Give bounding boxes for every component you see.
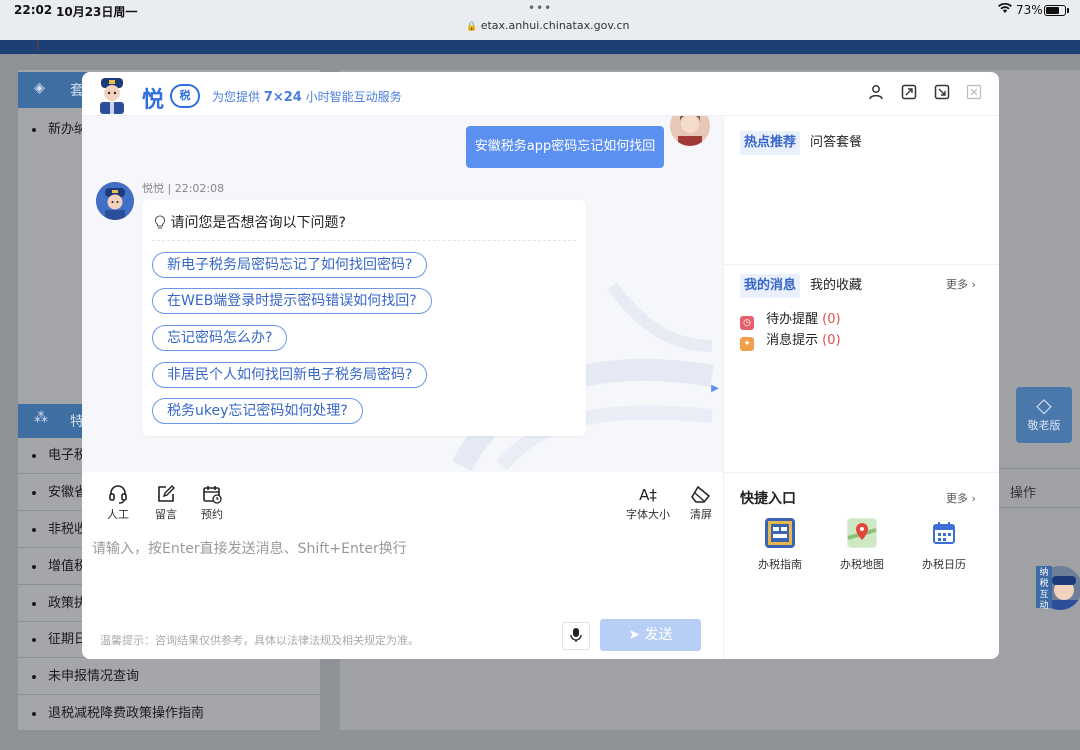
calendar-clock-icon <box>198 484 226 506</box>
map-pin-icon <box>847 518 877 548</box>
manual-service-button[interactable]: 人工 <box>104 484 132 522</box>
bot-question: 请问您是否想咨询以下问题? <box>154 212 346 232</box>
headset-icon <box>104 484 132 506</box>
cube-icon: ◈ <box>34 80 45 96</box>
clear-screen-label: 清屏 <box>690 508 712 521</box>
message-notice-item[interactable]: ✦ 消息提示 (0) <box>740 329 841 351</box>
suggested-question[interactable]: 非居民个人如何找回新电子税务局密码? <box>152 362 428 388</box>
multitask-dots-icon[interactable]: ••• <box>528 1 552 15</box>
status-time: 22:02 <box>14 3 53 17</box>
status-bar: 22:02 10月23日周一 ••• 🔒 etax.anhui.chinatax… <box>0 0 1080 40</box>
site-header: | <box>0 38 1080 54</box>
list-item[interactable]: 新办纳 <box>32 118 87 137</box>
grid-icon: ⁂ <box>34 410 48 426</box>
wifi-icon <box>998 2 1012 17</box>
user-icon[interactable] <box>866 84 886 104</box>
site-header-fragment: | <box>36 38 40 51</box>
tab-hot-recommend[interactable]: 热点推荐 <box>740 131 801 155</box>
todo-reminder-item[interactable]: ◷ 待办提醒 (0) <box>740 308 841 330</box>
bot-avatar <box>96 182 134 220</box>
font-size-button[interactable]: A‡ 字体大小 <box>624 484 672 522</box>
brand-logo-text: 悦 <box>142 88 165 113</box>
tab-qa-package[interactable]: 问答套餐 <box>810 131 862 155</box>
font-size-label: 字体大小 <box>626 508 670 521</box>
user-avatar <box>670 116 710 146</box>
eraser-icon <box>686 484 716 506</box>
suggested-question[interactable]: 忘记密码怎么办? <box>152 325 288 351</box>
elder-mode-button[interactable]: ◇ 敬老版 <box>1016 387 1072 443</box>
battery-icon <box>1044 5 1066 16</box>
bot-message-bubble: 请问您是否想咨询以下问题? 新电子税务局密码忘记了如何找回密码? 在WEB端登录… <box>142 200 586 436</box>
dialog-header: 悦 税 为您提供 7×24 小时智能互动服务 <box>82 72 999 116</box>
quick-tax-guide[interactable]: 办税指南 <box>750 518 810 572</box>
tax-calendar-label: 办税日历 <box>922 558 966 571</box>
manual-service-label: 人工 <box>107 508 129 521</box>
disclaimer-tip: 温馨提示：咨询结果仅供参考，具体以法律法规及相关规定为准。 <box>100 634 419 647</box>
collapse-panel-arrow-icon[interactable]: ▶ <box>706 368 723 410</box>
floating-assistant-tag[interactable]: 纳税互动 <box>1036 566 1052 611</box>
assistant-mascot-icon <box>96 76 128 114</box>
header-slogan: 为您提供 7×24 小时智能互动服务 <box>212 90 402 105</box>
tax-map-label: 办税地图 <box>840 558 884 571</box>
battery-fill <box>1046 7 1060 14</box>
bubble-divider <box>152 240 576 241</box>
brand-logo-badge: 税 <box>170 84 200 108</box>
address-bar-url[interactable]: 🔒 etax.anhui.chinatax.gov.cn <box>466 19 630 32</box>
list-item[interactable]: 退税减税降费政策操作指南 <box>18 696 320 732</box>
chat-message-area[interactable]: 安徽税务app密码忘记如何找回 悦悦 | 22:02:08 请问您是否想咨询以下… <box>82 116 723 472</box>
section-divider <box>724 264 999 265</box>
quick-tax-map[interactable]: 办税地图 <box>832 518 892 572</box>
message-input[interactable]: 请输入，按Enter直接发送消息、Shift+Enter换行 <box>92 538 407 558</box>
side-panel: 热点推荐 问答套餐 我的消息 我的收藏 更多 › ◷ 待办提醒 (0) ✦ 消息提… <box>723 116 999 659</box>
tab-my-messages[interactable]: 我的消息 <box>740 274 801 298</box>
calendar-icon <box>929 518 959 548</box>
elder-mode-label: 敬老版 <box>1027 419 1061 432</box>
battery-cap <box>1067 8 1069 13</box>
more-quick-entry-link[interactable]: 更多 › <box>946 490 976 506</box>
url-text: etax.anhui.chinatax.gov.cn <box>480 19 630 32</box>
section-divider <box>724 472 999 473</box>
clear-screen-button[interactable]: 清屏 <box>686 484 716 522</box>
tab-my-favorites[interactable]: 我的收藏 <box>810 274 862 298</box>
quick-tax-calendar[interactable]: 办税日历 <box>914 518 974 572</box>
voice-input-button[interactable] <box>562 622 590 650</box>
leave-message-button[interactable]: 留言 <box>152 484 180 522</box>
chat-toolbar: 人工 留言 预约 A‡ 字体大小 清屏 <box>82 472 723 532</box>
list-item[interactable]: 未申报情况查询 <box>18 659 320 695</box>
leave-message-label: 留言 <box>155 508 177 521</box>
suggested-question[interactable]: 新电子税务局密码忘记了如何找回密码? <box>152 252 428 278</box>
quick-entry-title: 快捷入口 <box>740 491 796 507</box>
tax-guide-icon <box>765 518 795 548</box>
status-date: 10月23日周一 <box>56 5 138 19</box>
bot-name-timestamp: 悦悦 | 22:02:08 <box>142 182 225 195</box>
expand-icon[interactable] <box>899 84 919 104</box>
lock-icon: 🔒 <box>466 22 478 32</box>
lightbulb-icon <box>154 215 170 231</box>
font-size-icon: A‡ <box>639 486 657 504</box>
user-message-bubble: 安徽税务app密码忘记如何找回 <box>466 126 664 168</box>
handshake-icon: ◇ <box>1036 393 1052 417</box>
suggested-question[interactable]: 税务ukey忘记密码如何处理? <box>152 398 363 424</box>
send-label: 发送 <box>644 627 673 643</box>
clock-icon: ◷ <box>740 316 754 330</box>
chat-dialog: 悦 税 为您提供 7×24 小时智能互动服务 安徽税务app密码忘记如何找回 悦… <box>82 72 999 659</box>
send-button[interactable]: ➤ 发送 <box>600 619 701 651</box>
tax-guide-label: 办税指南 <box>758 558 802 571</box>
export-icon[interactable] <box>932 84 952 104</box>
operation-column-header: 操作 <box>1010 486 1037 501</box>
appointment-label: 预约 <box>201 508 223 521</box>
send-icon: ➤ <box>628 627 641 643</box>
edit-icon <box>152 484 180 506</box>
battery-percent: 73% <box>1016 3 1043 17</box>
appointment-button[interactable]: 预约 <box>198 484 226 522</box>
more-messages-link[interactable]: 更多 › <box>946 276 976 292</box>
microphone-icon <box>570 628 582 644</box>
bulb-notice-icon: ✦ <box>740 337 754 351</box>
suggested-question[interactable]: 在WEB端登录时提示密码错误如何找回? <box>152 288 432 314</box>
close-icon[interactable] <box>964 84 984 104</box>
